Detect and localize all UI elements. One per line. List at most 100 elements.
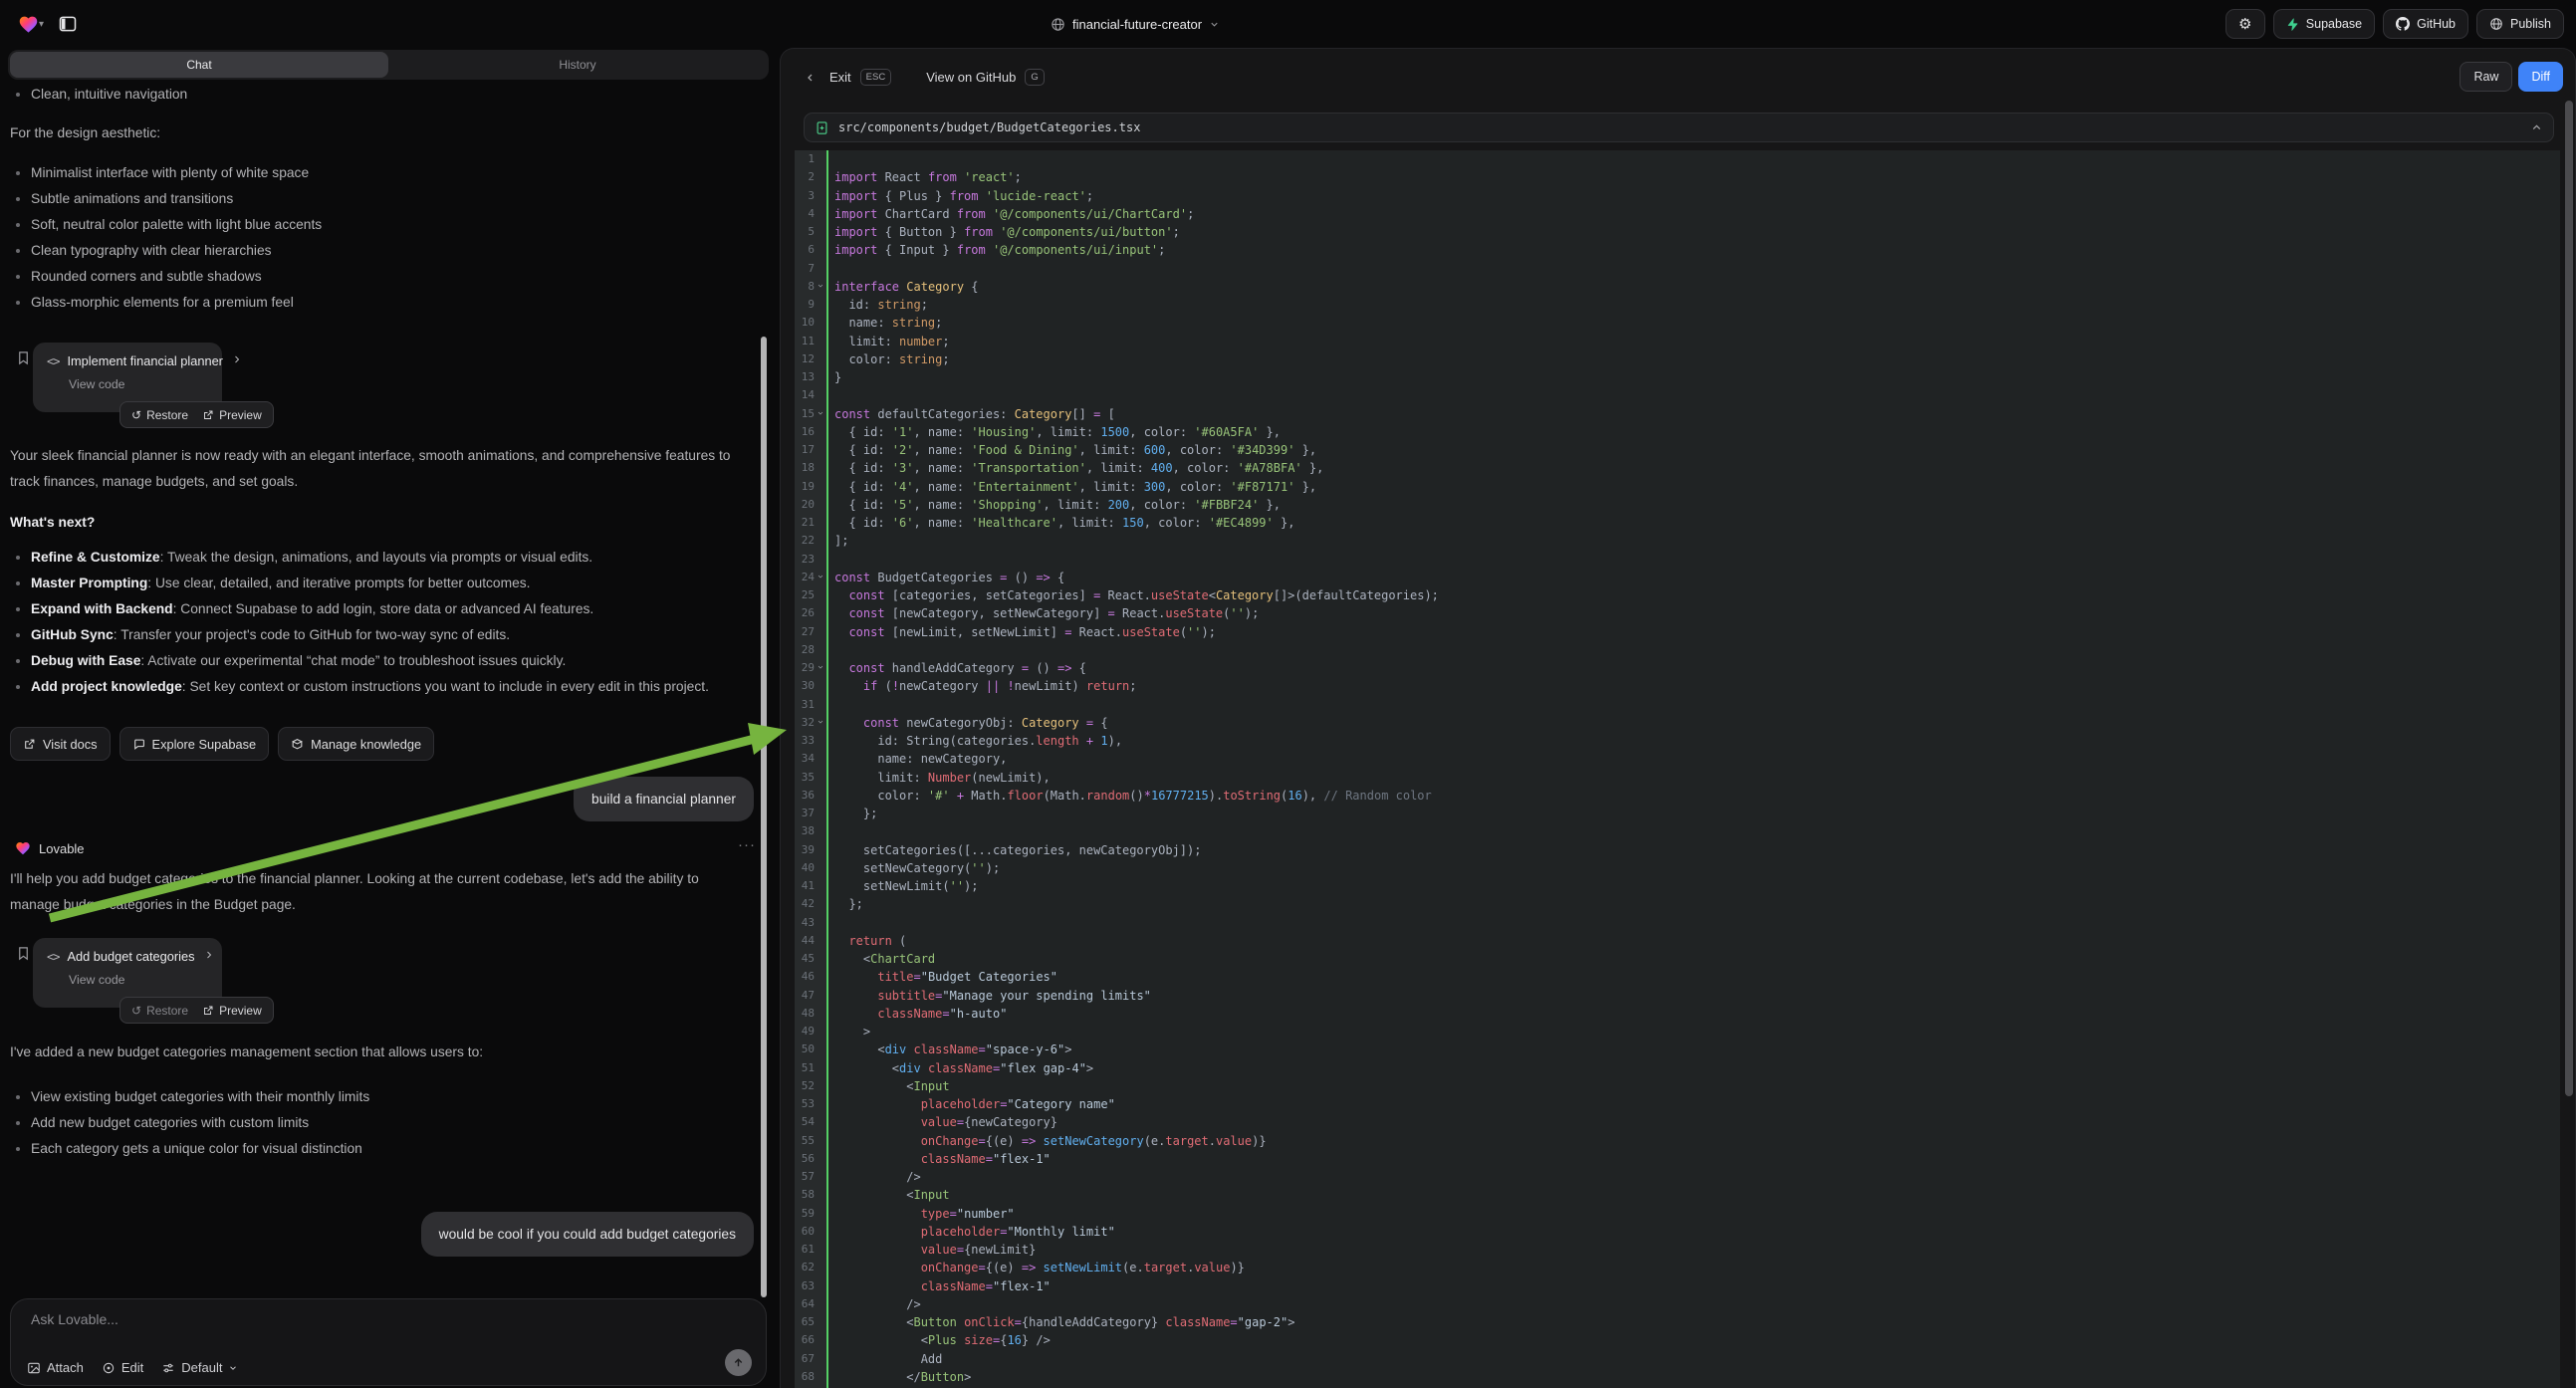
code-change-title: Implement financial planner <box>67 353 223 368</box>
code-icon: <> <box>47 950 59 964</box>
fold-chevron-icon[interactable] <box>817 409 824 417</box>
bullet-dot <box>16 301 20 305</box>
code-line-text: className="flex-1" <box>834 1150 1051 1168</box>
send-button[interactable] <box>725 1349 752 1376</box>
publish-globe-icon <box>2489 17 2503 31</box>
code-line-text: if (!newCategory || !newLimit) return; <box>834 677 1137 695</box>
external-link-icon <box>202 1005 214 1017</box>
code-line-text: return ( <box>834 932 906 950</box>
sliders-icon <box>161 1361 175 1375</box>
chat-paragraph: Your sleek financial planner is now read… <box>0 443 772 495</box>
chip-explore-supabase[interactable]: Explore Supabase <box>119 727 270 761</box>
line-number: 34 <box>795 750 815 768</box>
publish-button[interactable]: Publish <box>2476 9 2564 39</box>
code-line: 6import { Input } from '@/components/ui/… <box>795 241 2560 259</box>
fold-chevron-icon[interactable] <box>817 718 824 726</box>
bullet-dot <box>16 633 20 637</box>
project-switcher[interactable]: financial-future-creator <box>1051 0 1220 48</box>
code-line: 27 const [newLimit, setNewLimit] = React… <box>795 623 2560 641</box>
code-line: 20 { id: '5', name: 'Shopping', limit: 2… <box>795 496 2560 514</box>
edit-button[interactable]: Edit <box>102 1360 143 1375</box>
code-scrollbar[interactable] <box>2565 101 2573 1096</box>
chat-paragraph: For the design aesthetic: <box>0 120 772 146</box>
bullet-dot <box>16 171 20 175</box>
chat-composer: Attach Edit Default <box>10 1298 767 1386</box>
chevron-up-icon <box>2530 121 2543 134</box>
chat-scrollbar[interactable] <box>761 337 767 1297</box>
toggle-sidebar-button[interactable] <box>54 10 82 38</box>
mode-select[interactable]: Default <box>161 1360 238 1375</box>
line-number: 29 <box>795 659 815 677</box>
view-code-link[interactable]: View code <box>69 377 210 391</box>
chip-manage-knowledge[interactable]: Manage knowledge <box>278 727 434 761</box>
list-item: Clean typography with clear hierarchies <box>10 238 764 264</box>
chat-input[interactable] <box>31 1311 628 1327</box>
fold-chevron-icon[interactable] <box>817 663 824 671</box>
supabase-button[interactable]: Supabase <box>2273 9 2375 39</box>
chip-label: Manage knowledge <box>311 737 421 752</box>
code-line: 54 value={newCategory} <box>795 1113 2560 1131</box>
settings-button[interactable]: ⚙ <box>2225 9 2265 39</box>
code-line-text: value={newCategory} <box>834 1113 1057 1131</box>
view-on-github-link[interactable]: View on GitHub <box>926 70 1016 85</box>
line-number: 63 <box>795 1277 815 1295</box>
view-code-link[interactable]: View code <box>69 973 210 987</box>
globe-icon <box>1051 17 1065 32</box>
code-line-text: </Button> <box>834 1368 971 1386</box>
bookmark-icon[interactable] <box>16 350 31 370</box>
lovable-logo-menu[interactable]: ▾ <box>14 10 48 39</box>
github-button[interactable]: GitHub <box>2383 9 2468 39</box>
code-line: 38 <box>795 822 2560 840</box>
fold-chevron-icon[interactable] <box>817 282 824 290</box>
message-menu-button[interactable]: ··· <box>738 836 756 853</box>
code-line: 11 limit: number; <box>795 333 2560 350</box>
bullet-dot <box>16 275 20 279</box>
collapse-file-button[interactable] <box>2530 121 2543 134</box>
code-line-text: const [newCategory, setNewCategory] = Re… <box>834 604 1259 622</box>
code-line: 43 <box>795 914 2560 932</box>
chip-visit-docs[interactable]: Visit docs <box>10 727 111 761</box>
chevron-down-icon <box>817 663 824 671</box>
code-line: 13} <box>795 368 2560 386</box>
preview-button[interactable]: Preview <box>202 408 262 422</box>
exit-label[interactable]: Exit <box>829 70 851 85</box>
raw-toggle-button[interactable]: Raw <box>2459 62 2512 92</box>
list-item: Add new budget categories with custom li… <box>10 1110 764 1136</box>
top-bar: ▾ financial-future-creator ⚙ Supaba <box>0 0 2576 48</box>
code-change-card-wrap: <>Implement financial plannerView code↺R… <box>0 343 772 428</box>
chat-transcript[interactable]: Clean, intuitive navigationFor the desig… <box>0 82 772 1289</box>
bookmark-icon[interactable] <box>16 946 31 966</box>
tab-history[interactable]: History <box>388 52 767 78</box>
code-line: 62 onChange={(e) => setNewLimit(e.target… <box>795 1259 2560 1276</box>
code-editor[interactable]: 12import React from 'react';3import { Pl… <box>795 150 2560 1388</box>
list-item: Glass-morphic elements for a premium fee… <box>10 290 764 316</box>
restore-button[interactable]: ↺Restore <box>131 1004 188 1018</box>
fold-chevron-icon[interactable] <box>817 573 824 580</box>
chevron-right-icon <box>203 949 215 964</box>
bullet-dot <box>16 93 20 97</box>
edit-label: Edit <box>121 1360 143 1375</box>
line-number: 12 <box>795 350 815 368</box>
list-item: Add project knowledge: Set key context o… <box>10 674 764 700</box>
code-icon: <> <box>47 354 59 368</box>
code-line: 58 <Input <box>795 1186 2560 1204</box>
lovable-heart-icon <box>15 840 31 856</box>
lovable-app: ▾ financial-future-creator ⚙ Supaba <box>0 0 2576 1388</box>
bullet-list: Refine & Customize: Tweak the design, an… <box>10 545 772 700</box>
preview-button[interactable]: Preview <box>202 1004 262 1018</box>
exit-button[interactable] <box>801 68 820 88</box>
code-line: 18 { id: '3', name: 'Transportation', li… <box>795 459 2560 477</box>
file-header[interactable]: src/components/budget/BudgetCategories.t… <box>804 113 2554 142</box>
list-item: Subtle animations and transitions <box>10 186 764 212</box>
attach-button[interactable]: Attach <box>27 1360 84 1375</box>
code-change-card-title-row: <>Implement financial planner <box>47 353 210 368</box>
assistant-header: Lovable··· <box>15 838 772 858</box>
code-line-text: setNewLimit(''); <box>834 877 979 895</box>
code-line: 35 limit: Number(newLimit), <box>795 769 2560 787</box>
bookmark-icon <box>16 946 31 961</box>
restore-button[interactable]: ↺Restore <box>131 408 188 422</box>
tab-chat[interactable]: Chat <box>10 52 388 78</box>
diff-toggle-button[interactable]: Diff <box>2518 62 2563 92</box>
code-line-text: { id: '2', name: 'Food & Dining', limit:… <box>834 441 1316 459</box>
code-line-text: onChange={(e) => setNewCategory(e.target… <box>834 1132 1267 1150</box>
